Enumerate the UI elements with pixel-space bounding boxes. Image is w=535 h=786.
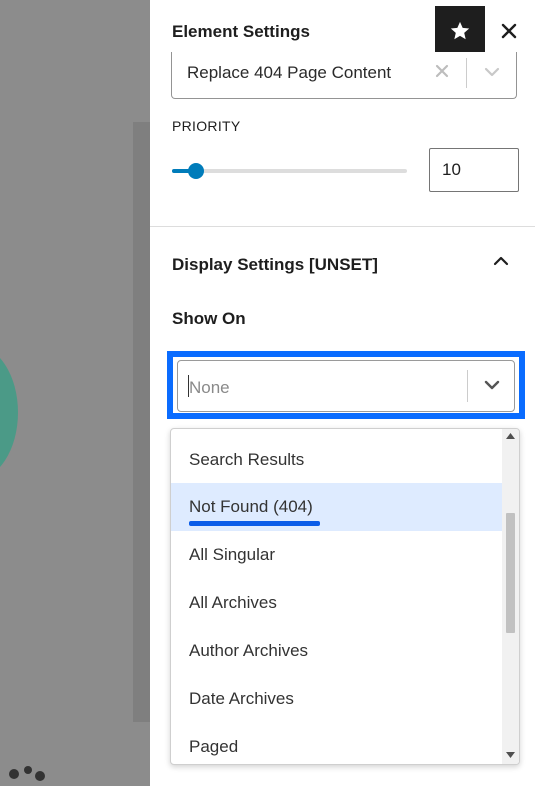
chevron-up-icon[interactable] [491, 252, 511, 270]
section-divider [150, 226, 535, 227]
priority-input[interactable] [429, 148, 519, 192]
dropdown-option[interactable]: All Singular [171, 531, 502, 579]
scrollbar-thumb[interactable] [506, 513, 515, 633]
option-label: All Archives [189, 593, 277, 612]
option-label: Search Results [189, 450, 305, 469]
chevron-down-icon[interactable] [482, 377, 502, 393]
show-on-label: Show On [172, 309, 246, 328]
show-on-dropdown: Search Results Not Found (404) All Singu… [170, 428, 520, 765]
backdrop-dots [9, 766, 45, 781]
element-settings-panel: Element Settings Replace 404 Page Conten… [150, 0, 535, 786]
dropdown-option[interactable]: Author Archives [171, 627, 502, 675]
dropdown-option[interactable]: Search Results [171, 436, 502, 484]
panel-title: Element Settings [172, 22, 310, 41]
display-settings-title[interactable]: Display Settings [UNSET] [172, 255, 378, 275]
page-backdrop [0, 0, 150, 786]
scroll-up-arrow-icon[interactable] [506, 433, 515, 439]
show-on-select[interactable]: None [177, 360, 515, 412]
close-icon [501, 23, 517, 39]
option-label: All Singular [189, 545, 275, 564]
scroll-down-arrow-icon[interactable] [506, 752, 515, 758]
option-label: Date Archives [189, 689, 294, 708]
dropdown-option[interactable]: Date Archives [171, 675, 502, 723]
dropdown-scrollbar[interactable] [502, 429, 519, 764]
priority-slider[interactable] [172, 163, 407, 179]
backdrop-shape [0, 345, 18, 480]
hook-select-value: Replace 404 Page Content [187, 63, 392, 82]
option-label: Not Found (404) [189, 497, 313, 516]
select-separator [467, 370, 468, 402]
dropdown-option[interactable]: All Archives [171, 579, 502, 627]
star-icon [450, 21, 470, 40]
hook-select[interactable]: Replace 404 Page Content [171, 52, 517, 99]
priority-label: PRIORITY [172, 118, 241, 134]
dropdown-option[interactable]: Not Found (404) [171, 483, 502, 531]
star-button[interactable] [435, 6, 485, 56]
option-label: Author Archives [189, 641, 309, 660]
chevron-down-icon[interactable] [482, 64, 502, 80]
select-separator [466, 58, 467, 88]
dropdown-option[interactable]: Paged [171, 723, 502, 764]
show-on-placeholder: None [189, 378, 230, 397]
clear-icon[interactable] [432, 61, 452, 81]
option-label: Paged [189, 737, 239, 756]
backdrop-strip [133, 122, 150, 722]
close-button[interactable] [496, 18, 522, 44]
annotation-underline [189, 521, 320, 526]
priority-slider-thumb[interactable] [187, 163, 204, 179]
